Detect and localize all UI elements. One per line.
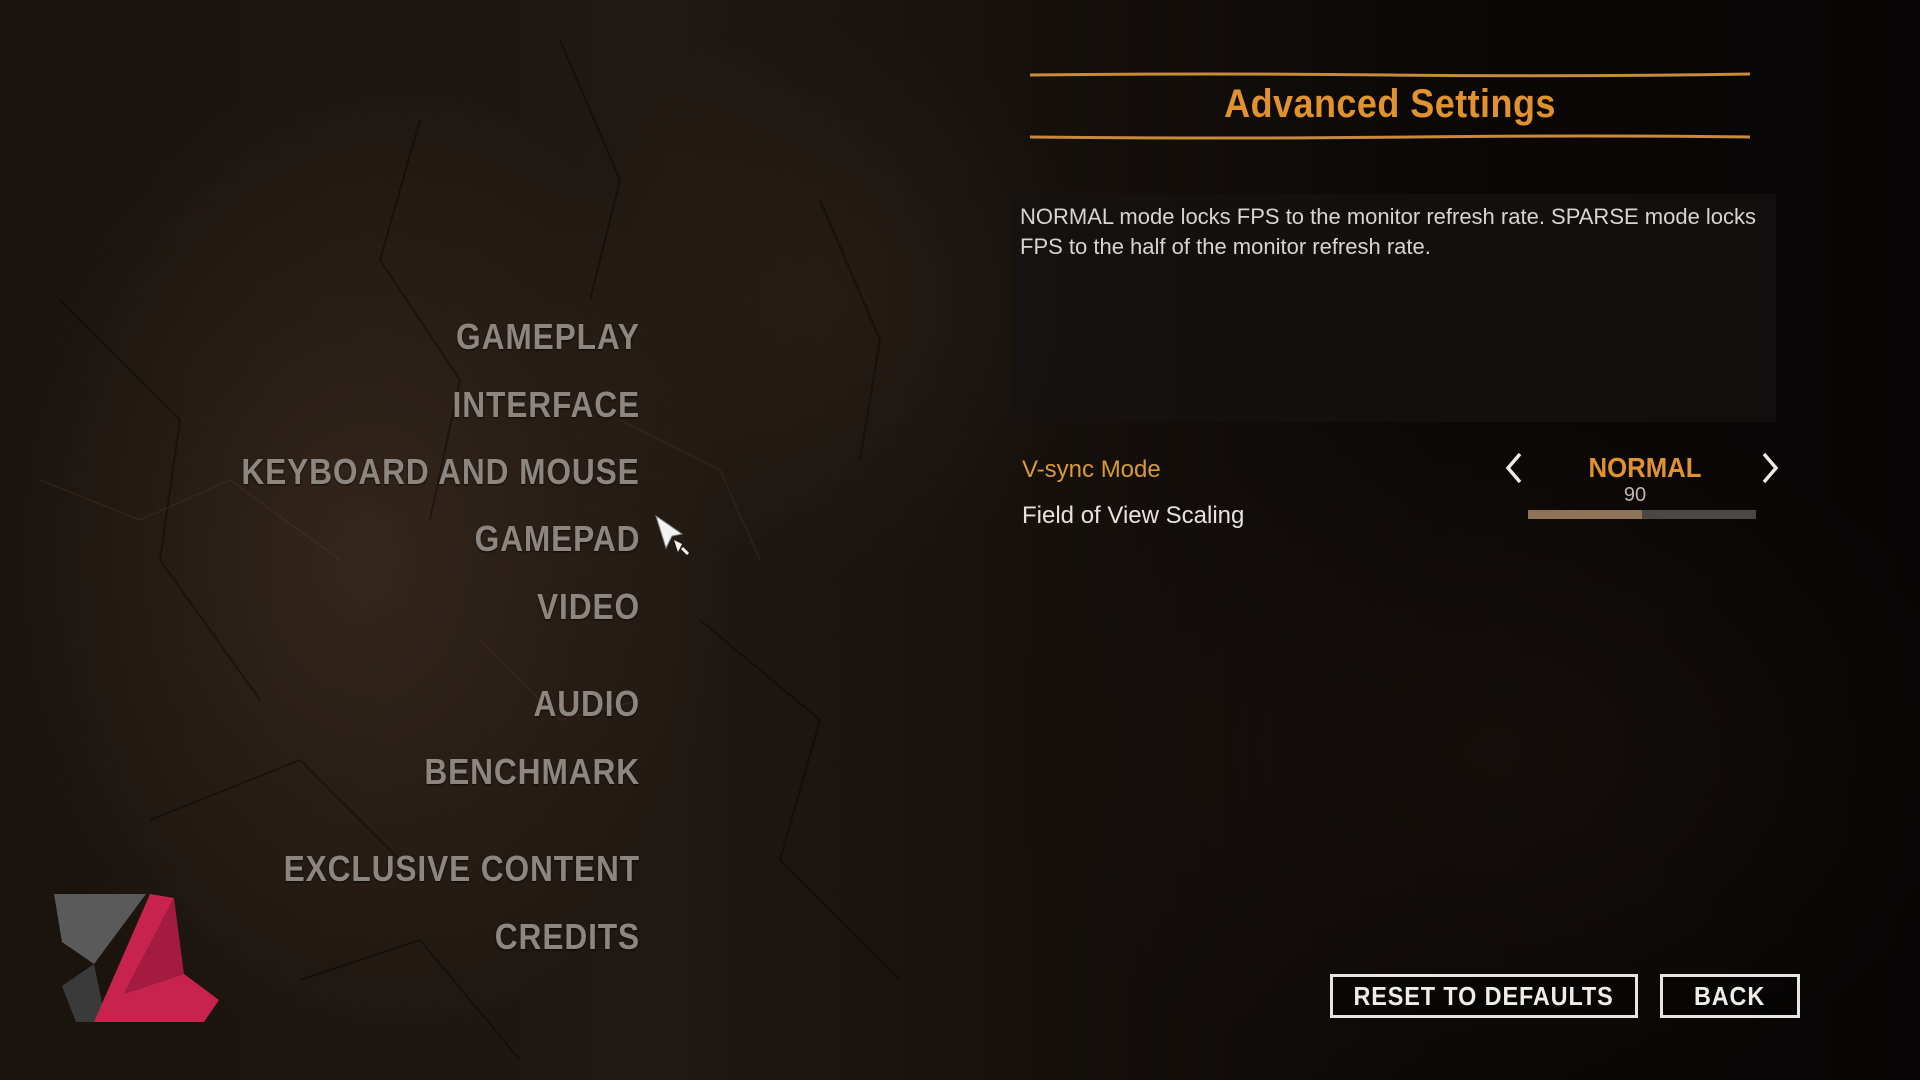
vsync-mode-label[interactable]: V-sync Mode [1022,456,1161,484]
chevron-right-icon[interactable] [1758,450,1782,486]
menu-item-credits[interactable]: CREDITS [495,916,640,958]
fov-scaling-slider[interactable] [1528,510,1756,519]
description-box: NORMAL mode locks FPS to the monitor ref… [1012,194,1776,422]
setting-description: NORMAL mode locks FPS to the monitor ref… [1020,204,1757,259]
fov-scaling-slider-fill [1528,510,1642,519]
menu-item-gamepad[interactable]: GAMEPAD [474,518,640,560]
title-divider-bottom [1030,134,1750,140]
menu-item-video[interactable]: VIDEO [537,586,640,628]
menu-item-audio[interactable]: AUDIO [534,683,640,725]
vsync-mode-value: NORMAL [1588,452,1702,483]
fov-scaling-label[interactable]: Field of View Scaling [1022,502,1244,530]
brand-logo [54,894,219,1022]
menu-item-exclusive-content[interactable]: EXCLUSIVE CONTENT [284,848,640,890]
mouse-pointer-icon [655,514,690,556]
menu-item-interface[interactable]: INTERFACE [453,384,640,426]
fov-scaling-value: 90 [1623,484,1647,506]
reset-to-defaults-label: RESET TO DEFAULTS [1353,981,1615,1011]
menu-item-benchmark[interactable]: BENCHMARK [424,751,640,793]
back-button[interactable]: BACK [1660,974,1800,1018]
panel-title: Advanced Settings [1224,82,1556,126]
menu-item-gameplay[interactable]: GAMEPLAY [456,316,640,358]
panel-header: Advanced Settings [1030,72,1750,142]
back-label: BACK [1694,981,1766,1011]
title-divider-top [1030,72,1750,78]
menu-item-keyboard-and-mouse[interactable]: KEYBOARD AND MOUSE [242,451,640,493]
reset-to-defaults-button[interactable]: RESET TO DEFAULTS [1330,974,1638,1018]
chevron-left-icon[interactable] [1502,450,1526,486]
